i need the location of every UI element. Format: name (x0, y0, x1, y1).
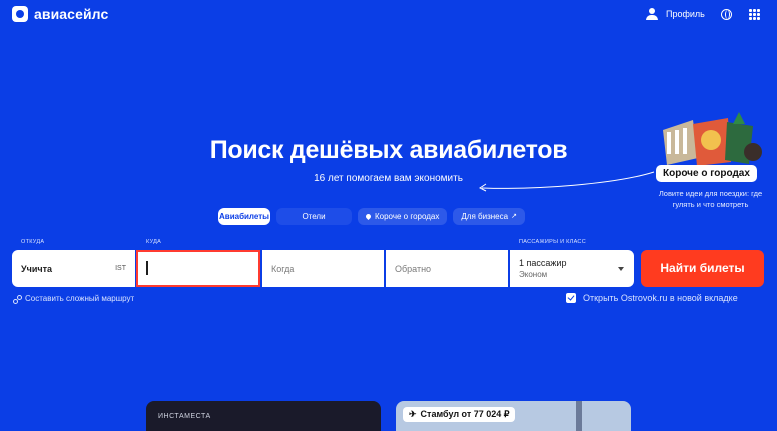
profile-button[interactable]: Профиль (646, 8, 705, 20)
header: авиасейлс Профиль (0, 0, 777, 32)
tab-flights[interactable]: Авиабилеты (218, 208, 270, 225)
origin-code: IST (115, 265, 126, 272)
return-date-placeholder: Обратно (395, 264, 432, 274)
deal-label: Стамбул от 77 024 ₽ (420, 409, 510, 419)
destination-input[interactable] (136, 250, 260, 287)
external-link-icon: ↗ (511, 213, 517, 220)
deal-tag: ✈ Стамбул от 77 024 ₽ (403, 407, 516, 422)
origin-value: Учичта (21, 264, 52, 274)
logo[interactable]: авиасейлс (12, 6, 108, 22)
card-title: ИНСТАМЕСТА (158, 413, 211, 420)
from-label: ОТКУДА (21, 239, 45, 245)
tab-cities[interactable]: Короче о городах (358, 208, 448, 225)
logo-icon (12, 6, 28, 22)
profile-label: Профиль (666, 9, 705, 19)
logo-text: авиасейлс (34, 6, 109, 22)
ostrovok-label: Открыть Ostrovok.ru в новой вкладке (583, 293, 738, 303)
user-icon (646, 8, 658, 20)
promo-description: Ловите идеи для поездки: где гулять и чт… (658, 189, 763, 209)
tab-cities-label: Короче о городах (375, 212, 440, 221)
istanbul-deal-card[interactable]: ✈ Стамбул от 77 024 ₽ (396, 401, 631, 431)
tab-hotels[interactable]: Отели (276, 208, 352, 225)
class-value: Эконом (519, 270, 548, 279)
passengers-select[interactable]: 1 пассажир Эконом (510, 250, 634, 287)
ostrovok-checkbox[interactable]: Открыть Ostrovok.ru в новой вкладке (566, 293, 738, 303)
tab-business-label: Для бизнеса (461, 212, 509, 221)
chevron-down-icon (618, 267, 624, 271)
find-tickets-button[interactable]: Найти билеты (641, 250, 764, 287)
instamesta-card[interactable]: ИНСТАМЕСТА (146, 401, 381, 431)
tab-business[interactable]: Для бизнеса ↗ (453, 208, 525, 225)
return-date-field[interactable]: Обратно (386, 250, 508, 287)
globe-icon[interactable] (721, 9, 732, 20)
route-icon (13, 294, 22, 304)
plane-icon: ✈ (409, 409, 417, 419)
apps-grid-icon[interactable] (749, 9, 760, 20)
page-title: Поиск дешёвых авиабилетов (209, 136, 568, 164)
checkbox-checked-icon[interactable] (566, 293, 576, 303)
page-subtitle: 16 лет помогаем вам экономить (314, 173, 463, 184)
complex-route-link[interactable]: Составить сложный маршрут (13, 294, 135, 304)
passengers-label: ПАССАЖИРЫ И КЛАСС (519, 239, 586, 245)
search-tabs: Авиабилеты Отели Короче о городах Для би… (218, 208, 531, 225)
departure-date-placeholder: Когда (271, 264, 295, 274)
tower-image (576, 401, 582, 431)
text-cursor (146, 261, 148, 275)
location-pin-icon (364, 212, 373, 221)
departure-date-field[interactable]: Когда (262, 250, 384, 287)
origin-field[interactable]: Учичта IST (12, 250, 135, 287)
complex-route-label: Составить сложный маршрут (25, 294, 135, 303)
passengers-value: 1 пассажир (519, 258, 567, 268)
to-label: КУДА (146, 239, 162, 245)
